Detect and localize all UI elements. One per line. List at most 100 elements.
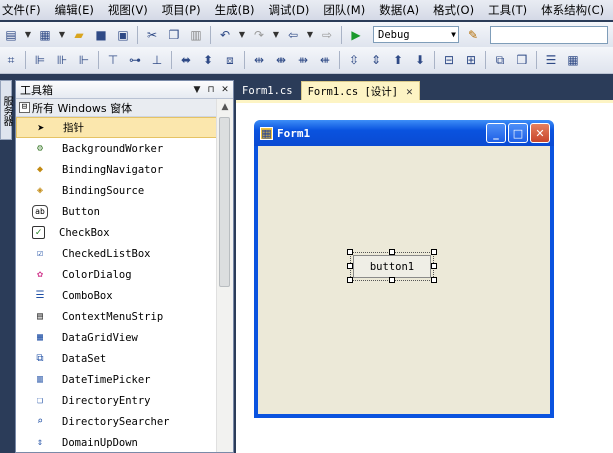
align-bottoms-icon[interactable]: ⊥ xyxy=(149,52,165,68)
redo-icon[interactable]: ↷ xyxy=(251,27,267,43)
menu-project[interactable]: 项目(P) xyxy=(160,2,209,18)
toolbox-scrollbar[interactable]: ▲ xyxy=(216,99,233,452)
vertical-spacing-icon[interactable]: ⇳ xyxy=(346,52,362,68)
align-to-grid-icon[interactable]: ⌗ xyxy=(3,52,19,68)
find-input[interactable] xyxy=(490,25,608,44)
cut-icon[interactable]: ✂ xyxy=(144,27,160,43)
toolbox-item-dataset[interactable]: ⧉ DataSet xyxy=(16,348,217,369)
remove-vertical-spacing-icon[interactable]: ⬇ xyxy=(412,52,428,68)
make-same-size-icon[interactable]: ⧈ xyxy=(222,52,238,68)
save-icon[interactable]: ■ xyxy=(93,27,109,43)
window-position-dropdown-icon[interactable]: ▼ xyxy=(191,84,203,96)
send-to-back-icon[interactable]: ❒ xyxy=(514,52,530,68)
resize-grip-bottom-left[interactable] xyxy=(347,277,353,283)
toolbox-item-directoryentry[interactable]: ❏ DirectoryEntry xyxy=(16,390,217,411)
lock-controls-icon[interactable]: ▦ xyxy=(565,52,581,68)
toolbox-item-bindingnavigator[interactable]: ◆ BindingNavigator xyxy=(16,159,217,180)
save-all-icon[interactable]: ▣ xyxy=(115,27,131,43)
navigate-dropdown-icon[interactable]: ▼ xyxy=(305,27,315,43)
tab-form1-code[interactable]: Form1.cs xyxy=(236,82,299,100)
toolbox-item-bindingsource[interactable]: ◈ BindingSource xyxy=(16,180,217,201)
form-titlebar[interactable]: ▦ Form1 _ □ ✕ xyxy=(254,120,554,146)
add-item-dropdown-icon[interactable]: ▼ xyxy=(57,27,67,43)
menu-data[interactable]: 数据(A) xyxy=(377,2,427,18)
scrollbar-thumb[interactable] xyxy=(219,117,230,287)
toolbox-item-directorysearcher[interactable]: ⌕ DirectorySearcher xyxy=(16,411,217,432)
form-client-area[interactable]: button1 xyxy=(258,146,550,414)
toolbox-item-colordialog[interactable]: ✿ ColorDialog xyxy=(16,264,217,285)
undo-dropdown-icon[interactable]: ▼ xyxy=(237,27,247,43)
align-lefts-icon[interactable]: ⊫ xyxy=(32,52,48,68)
resize-grip-bottom-center[interactable] xyxy=(389,277,395,283)
menu-team[interactable]: 团队(M) xyxy=(321,2,373,18)
align-middles-icon[interactable]: ⊶ xyxy=(127,52,143,68)
toolbox-item-checkedlistbox[interactable]: ☑ CheckedListBox xyxy=(16,243,217,264)
close-window-icon[interactable]: ✕ xyxy=(530,123,550,143)
close-tab-icon[interactable]: ✕ xyxy=(406,85,413,98)
toolbox-item-checkbox[interactable]: ✓ CheckBox xyxy=(16,222,217,243)
menu-tools[interactable]: 工具(T) xyxy=(486,2,535,18)
close-icon[interactable]: ✕ xyxy=(219,84,231,96)
pin-icon[interactable]: ⊓ xyxy=(205,84,217,96)
menu-view[interactable]: 视图(V) xyxy=(106,2,156,18)
add-item-icon[interactable]: ▦ xyxy=(37,27,53,43)
new-project-dropdown-icon[interactable]: ▼ xyxy=(23,27,33,43)
menu-file[interactable]: 文件(F) xyxy=(0,2,49,18)
bring-to-front-icon[interactable]: ⧉ xyxy=(492,52,508,68)
align-centers-icon[interactable]: ⊪ xyxy=(54,52,70,68)
solution-configuration-select[interactable]: Debug ▼ xyxy=(373,26,459,43)
toolbox-item-backgroundworker[interactable]: ⚙ BackgroundWorker xyxy=(16,138,217,159)
new-project-icon[interactable]: ▤ xyxy=(3,27,19,43)
remove-horizontal-spacing-icon[interactable]: ⇺ xyxy=(317,52,333,68)
redo-dropdown-icon[interactable]: ▼ xyxy=(271,27,281,43)
server-explorer-tab[interactable]: 服务器 xyxy=(0,80,12,140)
toolbox-item-datetimepicker[interactable]: ▥ DateTimePicker xyxy=(16,369,217,390)
menu-architecture[interactable]: 体系结构(C) xyxy=(539,2,612,18)
toolbox-item-button[interactable]: ab Button xyxy=(16,201,217,222)
center-vertically-icon[interactable]: ⊞ xyxy=(463,52,479,68)
resize-grip-top-right[interactable] xyxy=(431,249,437,255)
minimize-icon[interactable]: _ xyxy=(486,123,506,143)
decrease-vertical-spacing-icon[interactable]: ⬆ xyxy=(390,52,406,68)
navigate-forward-icon[interactable]: ⇨ xyxy=(319,27,335,43)
resize-grip-middle-left[interactable] xyxy=(347,263,353,269)
scroll-up-icon[interactable]: ▲ xyxy=(217,99,233,115)
copy-icon[interactable]: ❐ xyxy=(166,27,182,43)
increase-vertical-spacing-icon[interactable]: ⇕ xyxy=(368,52,384,68)
resize-grip-middle-right[interactable] xyxy=(431,263,437,269)
resize-grip-top-center[interactable] xyxy=(389,249,395,255)
toolbox-group-header[interactable]: ⊟ 所有 Windows 窗体 xyxy=(16,99,217,117)
center-horizontally-icon[interactable]: ⊟ xyxy=(441,52,457,68)
find-in-files-icon[interactable]: ✎ xyxy=(465,27,481,43)
decrease-horizontal-spacing-icon[interactable]: ⇻ xyxy=(295,52,311,68)
toolbox-item-combobox[interactable]: ☰ ComboBox xyxy=(16,285,217,306)
start-debugging-icon[interactable]: ▶ xyxy=(348,27,364,43)
tab-order-icon[interactable]: ☰ xyxy=(543,52,559,68)
toolbox-item-pointer[interactable]: ➤ 指针 xyxy=(16,117,217,138)
open-file-icon[interactable]: ▰ xyxy=(71,27,87,43)
form-window[interactable]: ▦ Form1 _ □ ✕ button1 xyxy=(254,120,554,418)
make-same-height-icon[interactable]: ⬍ xyxy=(200,52,216,68)
menu-edit[interactable]: 编辑(E) xyxy=(53,2,102,18)
tab-form1-design[interactable]: Form1.cs [设计] ✕ xyxy=(300,81,420,100)
toolbox-item-domainupdown[interactable]: ⇕ DomainUpDown xyxy=(16,432,217,452)
resize-grip-bottom-right[interactable] xyxy=(431,277,437,283)
menu-build[interactable]: 生成(B) xyxy=(213,2,263,18)
horizontal-spacing-icon[interactable]: ⇹ xyxy=(251,52,267,68)
paste-icon[interactable]: ▥ xyxy=(188,27,204,43)
toolbox-item-datagridview[interactable]: ▦ DataGridView xyxy=(16,327,217,348)
align-rights-icon[interactable]: ⊩ xyxy=(76,52,92,68)
make-same-width-icon[interactable]: ⬌ xyxy=(178,52,194,68)
maximize-icon[interactable]: □ xyxy=(508,123,528,143)
collapse-group-icon[interactable]: ⊟ xyxy=(19,102,30,113)
resize-grip-top-left[interactable] xyxy=(347,249,353,255)
menu-format[interactable]: 格式(O) xyxy=(431,2,482,18)
undo-icon[interactable]: ↶ xyxy=(217,27,233,43)
align-tops-icon[interactable]: ⊤ xyxy=(105,52,121,68)
increase-horizontal-spacing-icon[interactable]: ⇼ xyxy=(273,52,289,68)
menu-debug[interactable]: 调试(D) xyxy=(266,2,317,18)
navigate-backward-icon[interactable]: ⇦ xyxy=(285,27,301,43)
design-surface[interactable]: ▦ Form1 _ □ ✕ button1 xyxy=(236,100,613,453)
designer-button1[interactable]: button1 xyxy=(350,252,434,281)
toolbox-item-contextmenustrip[interactable]: ▤ ContextMenuStrip xyxy=(16,306,217,327)
